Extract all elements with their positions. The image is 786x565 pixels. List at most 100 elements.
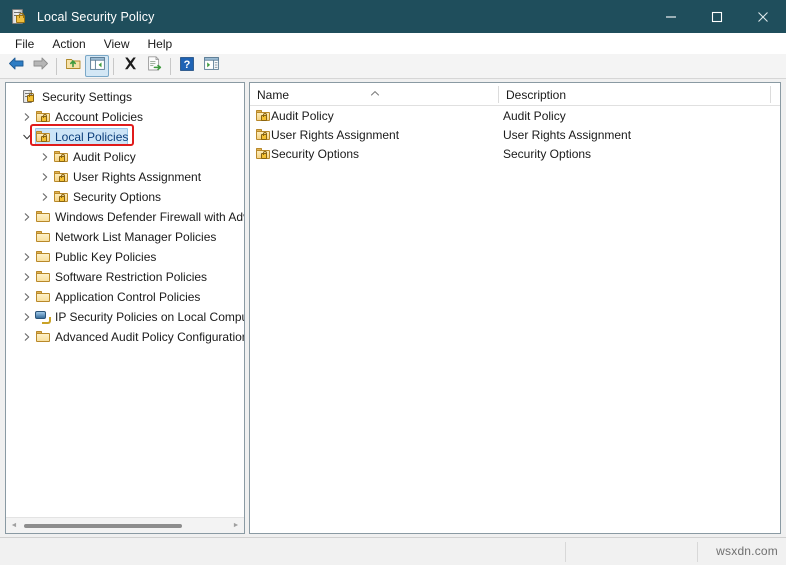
- tree-item-software-restriction-policies[interactable]: Software Restriction Policies: [6, 267, 244, 287]
- menu-file[interactable]: File: [6, 35, 43, 53]
- menu-help[interactable]: Help: [139, 35, 182, 53]
- tree-horizontal-scrollbar[interactable]: ◄ ►: [6, 517, 244, 533]
- delete-x-icon: [123, 56, 138, 76]
- results-list-pane: Name Description Audit Policy Audit Poli…: [249, 82, 781, 534]
- minimize-button[interactable]: [648, 0, 694, 33]
- tree-item-label: Audit Policy: [73, 150, 136, 164]
- tree-item-security-settings[interactable]: Security Settings: [6, 87, 244, 107]
- show-hide-console-tree-button[interactable]: [85, 55, 109, 77]
- chevron-right-icon[interactable]: [19, 207, 35, 227]
- scrollbar-thumb[interactable]: [24, 524, 182, 528]
- chevron-right-icon[interactable]: [37, 147, 53, 167]
- security-settings-icon: [22, 89, 40, 105]
- scroll-right-arrow-icon[interactable]: ►: [232, 522, 240, 530]
- security-policy-icon: [11, 8, 27, 25]
- scroll-left-arrow-icon[interactable]: ◄: [10, 522, 18, 530]
- chevron-right-icon[interactable]: [19, 107, 35, 127]
- tree-item-advanced-audit-policy-configuration[interactable]: Advanced Audit Policy Configuration: [6, 327, 244, 347]
- list-rows: Audit Policy Audit Policy User Rights As…: [250, 106, 780, 163]
- tree-item-user-rights-assignment[interactable]: User Rights Assignment: [6, 167, 244, 187]
- action-pane-icon: [203, 57, 219, 75]
- folder-icon: [35, 329, 53, 345]
- workspace: Security Settings Account Policies Local…: [0, 79, 786, 537]
- list-cell-description: Audit Policy: [503, 106, 566, 125]
- tree-item-label: Public Key Policies: [55, 250, 157, 264]
- tree-item-label: IP Security Policies on Local Compute: [55, 310, 245, 324]
- folder-icon: [35, 229, 53, 245]
- status-divider-2: [697, 542, 698, 562]
- folder-up-icon: [65, 56, 82, 76]
- back-button[interactable]: [4, 55, 28, 77]
- ip-security-icon: [35, 309, 53, 325]
- column-divider-2[interactable]: [770, 86, 771, 103]
- folder-icon: [35, 209, 53, 225]
- locked-folder-icon: [53, 169, 71, 185]
- locked-folder-icon: [254, 109, 271, 123]
- tree-item-label: Account Policies: [55, 110, 144, 124]
- list-cell-description: User Rights Assignment: [503, 125, 631, 144]
- tree-item-application-control-policies[interactable]: Application Control Policies: [6, 287, 244, 307]
- tree-item-label: Local Policies: [55, 130, 129, 144]
- menu-action[interactable]: Action: [43, 35, 94, 53]
- console-tree: Security Settings Account Policies Local…: [6, 87, 244, 347]
- title-bar: Local Security Policy: [0, 0, 786, 33]
- folder-icon: [35, 289, 53, 305]
- tree-item-label: Security Settings: [42, 90, 133, 104]
- chevron-right-icon[interactable]: [37, 187, 53, 207]
- tree-item-account-policies[interactable]: Account Policies: [6, 107, 244, 127]
- help-button[interactable]: ?: [175, 55, 199, 77]
- local-security-policy-window: Local Security Policy File Action View H…: [0, 0, 786, 565]
- chevron-right-icon[interactable]: [19, 307, 35, 327]
- menu-view[interactable]: View: [95, 35, 139, 53]
- locked-folder-icon: [254, 128, 271, 142]
- tree-item-label: Security Options: [73, 190, 162, 204]
- show-action-pane-button[interactable]: [199, 55, 223, 77]
- forward-arrow-icon: [32, 56, 49, 76]
- tree-item-label: User Rights Assignment: [73, 170, 202, 184]
- chevron-right-icon[interactable]: [19, 327, 35, 347]
- console-tree-pane: Security Settings Account Policies Local…: [5, 82, 245, 534]
- delete-button[interactable]: [118, 55, 142, 77]
- close-button[interactable]: [740, 0, 786, 33]
- export-list-button[interactable]: [142, 55, 166, 77]
- maximize-button[interactable]: [694, 0, 740, 33]
- tree-item-local-policies[interactable]: Local Policies: [6, 127, 244, 147]
- chevron-right-icon[interactable]: [19, 267, 35, 287]
- list-row-audit-policy[interactable]: Audit Policy Audit Policy: [250, 106, 780, 125]
- tree-item-ip-security-policies[interactable]: IP Security Policies on Local Compute: [6, 307, 244, 327]
- list-description-label: Security Options: [503, 146, 592, 161]
- tree-item-security-options[interactable]: Security Options: [6, 187, 244, 207]
- list-row-user-rights-assignment[interactable]: User Rights Assignment User Rights Assig…: [250, 125, 780, 144]
- chevron-right-icon[interactable]: [19, 247, 35, 267]
- tree-item-label: Advanced Audit Policy Configuration: [55, 330, 245, 344]
- list-cell-name: User Rights Assignment: [254, 125, 399, 144]
- forward-button[interactable]: [28, 55, 52, 77]
- tree-item-public-key-policies[interactable]: Public Key Policies: [6, 247, 244, 267]
- tree-item-windows-defender-firewall[interactable]: Windows Defender Firewall with Adva: [6, 207, 244, 227]
- chevron-right-icon[interactable]: [37, 167, 53, 187]
- toolbar-separator-3: [170, 57, 171, 75]
- list-row-security-options[interactable]: Security Options Security Options: [250, 144, 780, 163]
- console-tree-icon: [89, 57, 105, 75]
- list-name-label: User Rights Assignment: [271, 127, 400, 142]
- watermark: wsxdn.com: [716, 544, 778, 558]
- tree-item-network-list-manager-policies[interactable]: Network List Manager Policies: [6, 227, 244, 247]
- tree-item-audit-policy[interactable]: Audit Policy: [6, 147, 244, 167]
- window-title: Local Security Policy: [37, 9, 155, 24]
- list-cell-name: Security Options: [254, 144, 359, 163]
- list-description-label: User Rights Assignment: [503, 127, 632, 142]
- list-name-label: Security Options: [271, 146, 360, 161]
- chevron-down-icon[interactable]: [19, 127, 35, 147]
- chevron-right-icon[interactable]: [19, 287, 35, 307]
- folder-icon: [35, 249, 53, 265]
- tree-item-label: Network List Manager Policies: [55, 230, 217, 244]
- sort-ascending-icon: [369, 84, 381, 96]
- list-cell-description: Security Options: [503, 144, 591, 163]
- tree-item-label: Windows Defender Firewall with Adva: [55, 210, 245, 224]
- column-header-description[interactable]: Description: [499, 83, 770, 106]
- locked-folder-icon: [53, 149, 71, 165]
- window-controls: [648, 0, 786, 33]
- back-arrow-icon: [8, 56, 25, 76]
- toolbar-separator-1: [56, 57, 57, 75]
- up-one-level-button[interactable]: [61, 55, 85, 77]
